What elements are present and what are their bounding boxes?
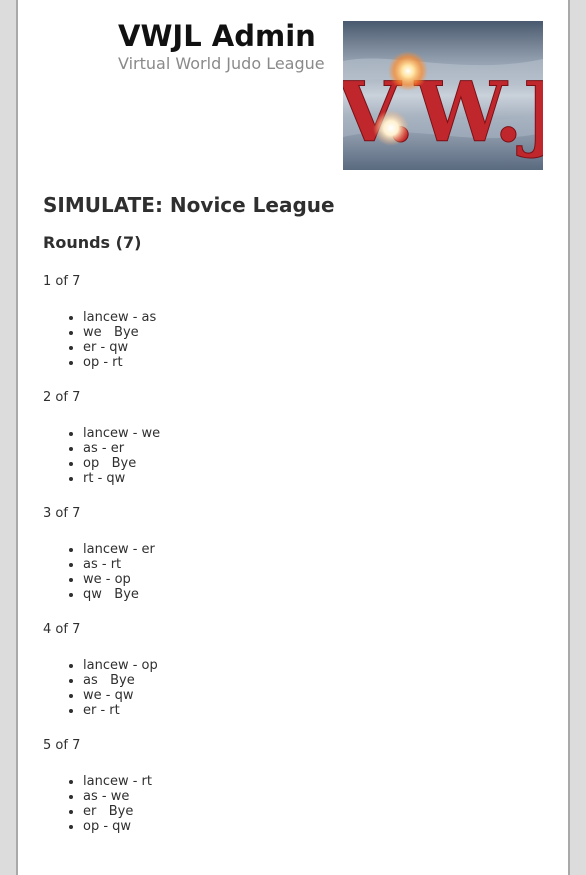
match-item: we - op [83,572,548,587]
round-label: 4 of 7 [43,622,81,637]
site-header: VWJL Admin Virtual World Judo League V.W… [18,0,568,180]
match-list: lancew - er as - rt we - op qw Bye [43,542,548,602]
match-item: er Bye [83,804,548,819]
vwjl-logo: V.W.J.L. [343,21,543,170]
match-item: we Bye [83,325,548,340]
match-item: lancew - as [83,310,548,325]
round-label: 1 of 7 [43,274,81,289]
logo-lettering: V.W.J.L. [343,65,543,161]
round-3: 3 of 7 lancew - er as - rt we - op qw By… [43,505,548,602]
match-item: op - qw [83,819,548,834]
match-item: er - rt [83,703,548,718]
match-item: lancew - we [83,426,548,441]
match-list: lancew - rt as - we er Bye op - qw [43,774,548,834]
round-label: 5 of 7 [43,738,81,753]
round-5: 5 of 7 lancew - rt as - we er Bye op - q… [43,737,548,834]
match-item: qw Bye [83,587,548,602]
round-label: 2 of 7 [43,390,81,405]
site-tagline: Virtual World Judo League [118,54,325,73]
match-item: we - qw [83,688,548,703]
page-heading: SIMULATE: Novice League [43,193,335,217]
match-item: rt - qw [83,471,548,486]
round-2: 2 of 7 lancew - we as - er op Bye rt - q… [43,389,548,486]
site-title: VWJL Admin [118,19,316,53]
match-item: as - we [83,789,548,804]
match-item: as - rt [83,557,548,572]
match-item: lancew - rt [83,774,548,789]
main-content: SIMULATE: Novice League Rounds (7) 1 of … [43,190,548,834]
match-item: as Bye [83,673,548,688]
match-item: op Bye [83,456,548,471]
round-label: 3 of 7 [43,506,81,521]
match-list: lancew - as we Bye er - qw op - rt [43,310,548,370]
match-item: lancew - er [83,542,548,557]
round-4: 4 of 7 lancew - op as Bye we - qw er - r… [43,621,548,718]
match-list: lancew - op as Bye we - qw er - rt [43,658,548,718]
match-item: lancew - op [83,658,548,673]
match-item: as - er [83,441,548,456]
match-list: lancew - we as - er op Bye rt - qw [43,426,548,486]
page-container: VWJL Admin Virtual World Judo League V.W… [16,0,570,875]
match-item: er - qw [83,340,548,355]
rounds-heading: Rounds (7) [43,233,142,252]
round-1: 1 of 7 lancew - as we Bye er - qw op - r… [43,273,548,370]
match-item: op - rt [83,355,548,370]
